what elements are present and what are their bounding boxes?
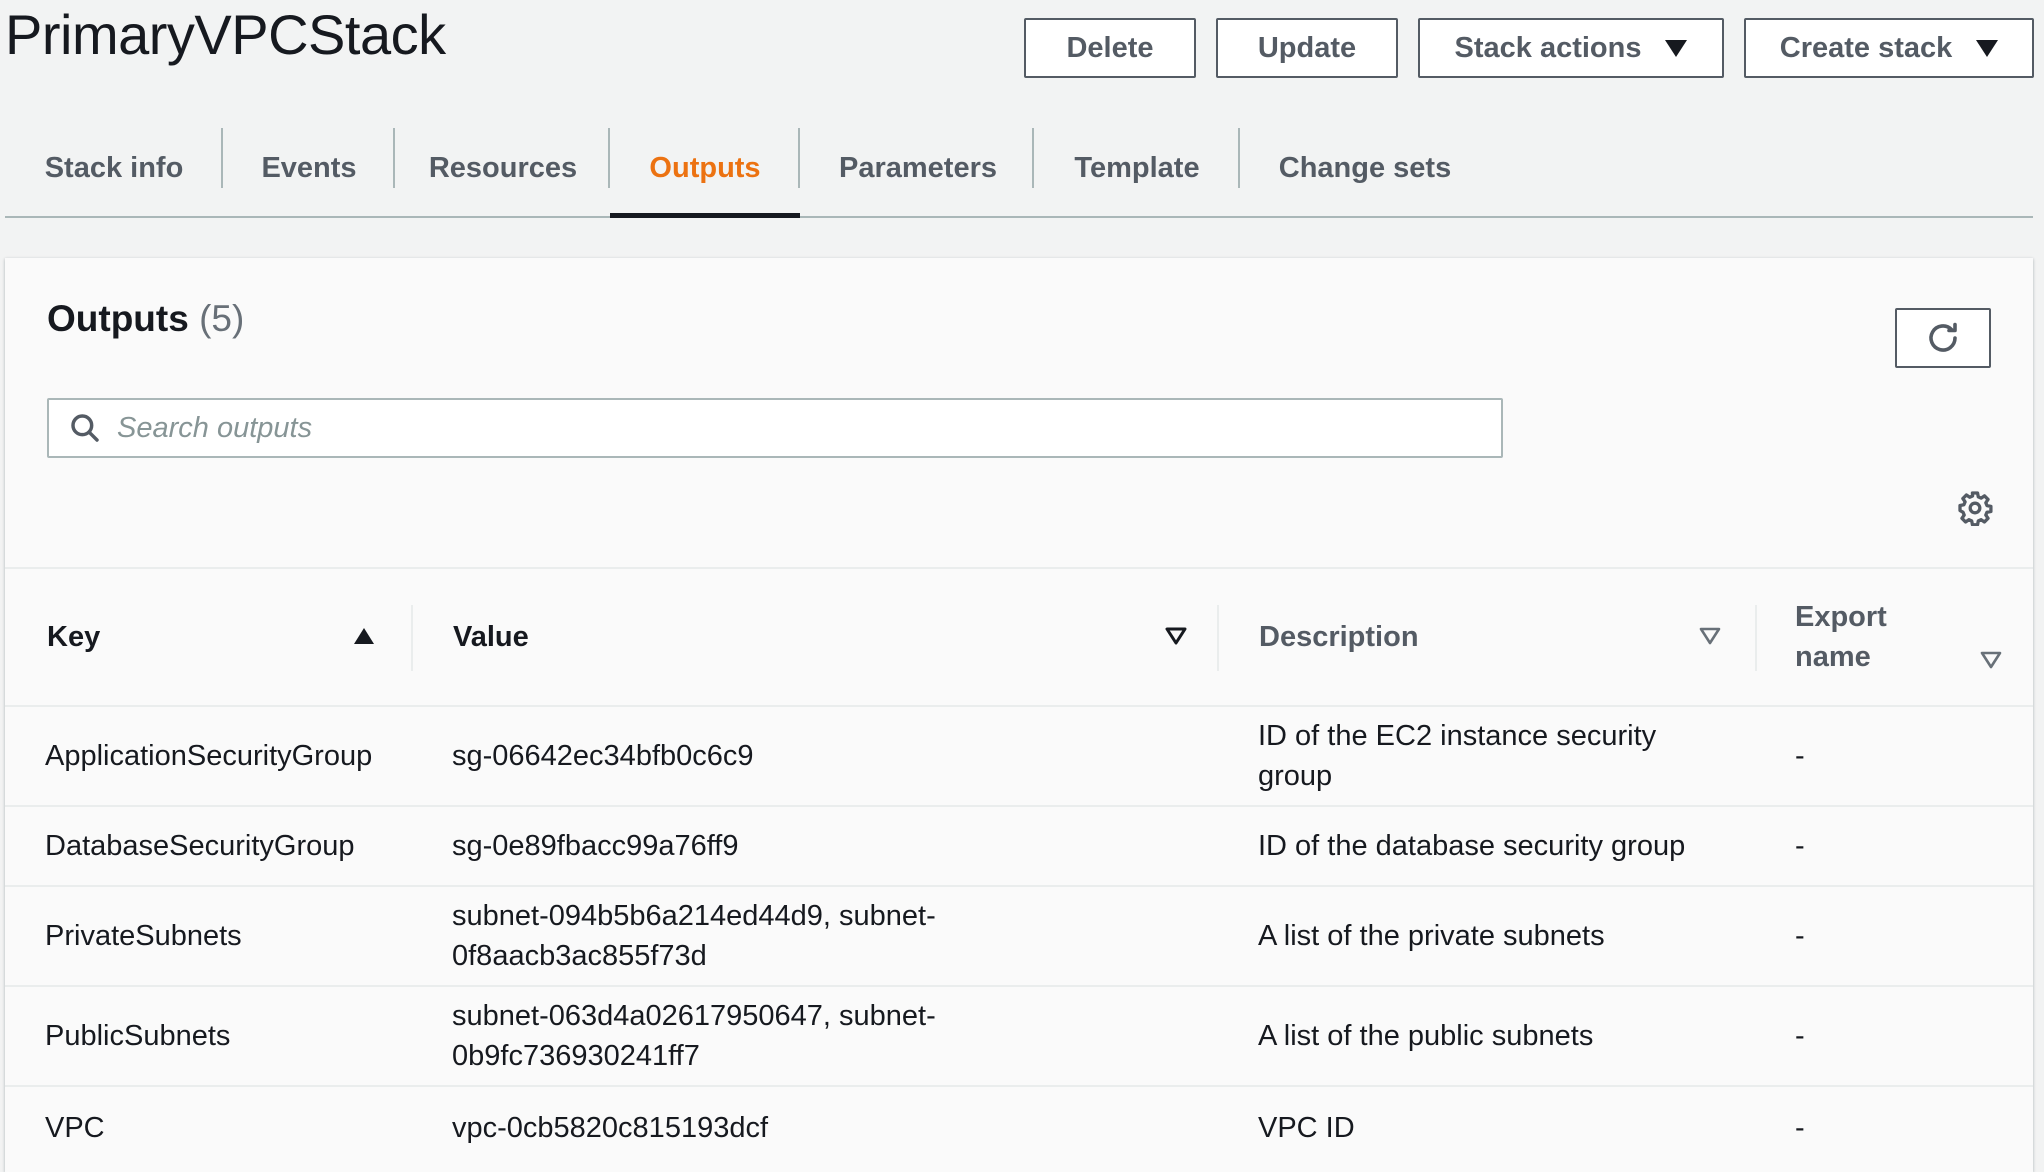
outputs-count: (5) — [199, 298, 245, 339]
cell-description: A list of the public subnets — [1258, 1020, 1594, 1052]
cell-key: PublicSubnets — [45, 1020, 231, 1052]
tab-parameters[interactable]: Parameters — [800, 120, 1036, 216]
outputs-panel: Outputs (5) Key — [5, 258, 2033, 1172]
cell-key: PrivateSubnets — [45, 920, 242, 952]
column-divider — [411, 605, 413, 671]
column-header-description[interactable]: Description — [1259, 569, 1721, 705]
outputs-heading: Outputs (5) — [47, 298, 244, 340]
cell-value-line: subnet-063d4a02617950647, subnet- — [452, 1000, 936, 1032]
stack-tabs: Stack info Events Resources Outputs Para… — [5, 120, 2033, 218]
cell-key: ApplicationSecurityGroup — [45, 740, 373, 772]
table-row: PrivateSubnets subnet-094b5b6a214ed44d9,… — [5, 887, 2033, 987]
cell-value: sg-0e89fbacc99a76ff9 — [452, 830, 739, 862]
search-icon — [69, 412, 101, 444]
gear-icon — [1957, 490, 1993, 526]
tab-outputs[interactable]: Outputs — [610, 120, 800, 218]
cell-export-name: - — [1795, 920, 1805, 952]
table-row: ApplicationSecurityGroup sg-06642ec34bfb… — [5, 707, 2033, 807]
sort-ascending-icon — [354, 628, 374, 644]
cell-description-line: ID of the EC2 instance security — [1258, 720, 1657, 752]
refresh-button[interactable] — [1895, 308, 1991, 368]
header-actions: Delete Update Stack actions Create stack — [0, 18, 2044, 78]
cell-description: ID of the database security group — [1258, 830, 1686, 862]
column-export-name-label-line1: Export — [1795, 601, 1887, 633]
cell-value: subnet-063d4a02617950647, subnet- 0b9fc7… — [452, 987, 936, 1085]
column-description-label: Description — [1259, 620, 1419, 653]
tab-events[interactable]: Events — [223, 120, 395, 216]
cell-value-line: subnet-094b5b6a214ed44d9, subnet- — [452, 900, 936, 932]
search-outputs-input[interactable] — [117, 400, 1501, 456]
stack-actions-button[interactable]: Stack actions — [1418, 18, 1724, 78]
cell-value-line: 0b9fc736930241ff7 — [452, 1040, 700, 1072]
stack-actions-label: Stack actions — [1454, 31, 1642, 64]
update-button[interactable]: Update — [1216, 18, 1398, 78]
column-header-export-name[interactable]: Export name — [1795, 569, 2015, 705]
update-button-label: Update — [1257, 31, 1357, 64]
tab-template[interactable]: Template — [1034, 120, 1240, 216]
column-divider — [1217, 605, 1219, 671]
column-key-label: Key — [47, 620, 101, 653]
caret-down-icon — [1665, 39, 1688, 57]
delete-button-label: Delete — [1066, 31, 1154, 64]
cell-key: VPC — [45, 1112, 105, 1144]
caret-down-icon — [1976, 39, 1999, 57]
cell-value: subnet-094b5b6a214ed44d9, subnet- 0f8aac… — [452, 887, 936, 985]
table-row: DatabaseSecurityGroup sg-0e89fbacc99a76f… — [5, 807, 2033, 887]
column-header-key[interactable]: Key — [47, 569, 377, 705]
cell-description: A list of the private subnets — [1258, 920, 1605, 952]
table-row: VPC vpc-0cb5820c815193dcf VPC ID - — [5, 1087, 2033, 1169]
tab-change-sets[interactable]: Change sets — [1240, 120, 1490, 216]
sort-descending-icon — [1980, 651, 2002, 669]
create-stack-label: Create stack — [1779, 31, 1953, 64]
create-stack-button[interactable]: Create stack — [1744, 18, 2034, 78]
cell-export-name: - — [1795, 830, 1805, 862]
cell-export-name: - — [1795, 740, 1805, 772]
cell-export-name: - — [1795, 1112, 1805, 1144]
cell-value: sg-06642ec34bfb0c6c9 — [452, 707, 754, 805]
refresh-icon — [1925, 320, 1961, 356]
tab-resources[interactable]: Resources — [395, 120, 611, 216]
sort-descending-icon — [1165, 627, 1187, 645]
cell-export-name: - — [1795, 1020, 1805, 1052]
cell-value: vpc-0cb5820c815193dcf — [452, 1112, 769, 1144]
column-divider — [1755, 605, 1757, 671]
preferences-button[interactable] — [1953, 486, 1997, 530]
column-value-label: Value — [453, 620, 529, 653]
outputs-table-header: Key Value Description Export name — [5, 567, 2033, 707]
column-header-value[interactable]: Value — [453, 569, 1193, 705]
cell-description-line: group — [1258, 760, 1333, 792]
column-export-name-label-line2: name — [1795, 641, 1871, 673]
cell-value-line: sg-06642ec34bfb0c6c9 — [452, 740, 754, 772]
cell-value-line: 0f8aacb3ac855f73d — [452, 940, 707, 972]
search-outputs-field[interactable] — [47, 398, 1503, 458]
sort-descending-icon — [1699, 627, 1721, 645]
cell-description: ID of the EC2 instance security group — [1258, 707, 1656, 805]
table-row: PublicSubnets subnet-063d4a02617950647, … — [5, 987, 2033, 1087]
cell-key: DatabaseSecurityGroup — [45, 830, 355, 862]
tab-stack-info[interactable]: Stack info — [5, 120, 223, 216]
delete-button[interactable]: Delete — [1024, 18, 1196, 78]
outputs-title: Outputs — [47, 298, 189, 339]
cell-description: VPC ID — [1258, 1112, 1355, 1144]
